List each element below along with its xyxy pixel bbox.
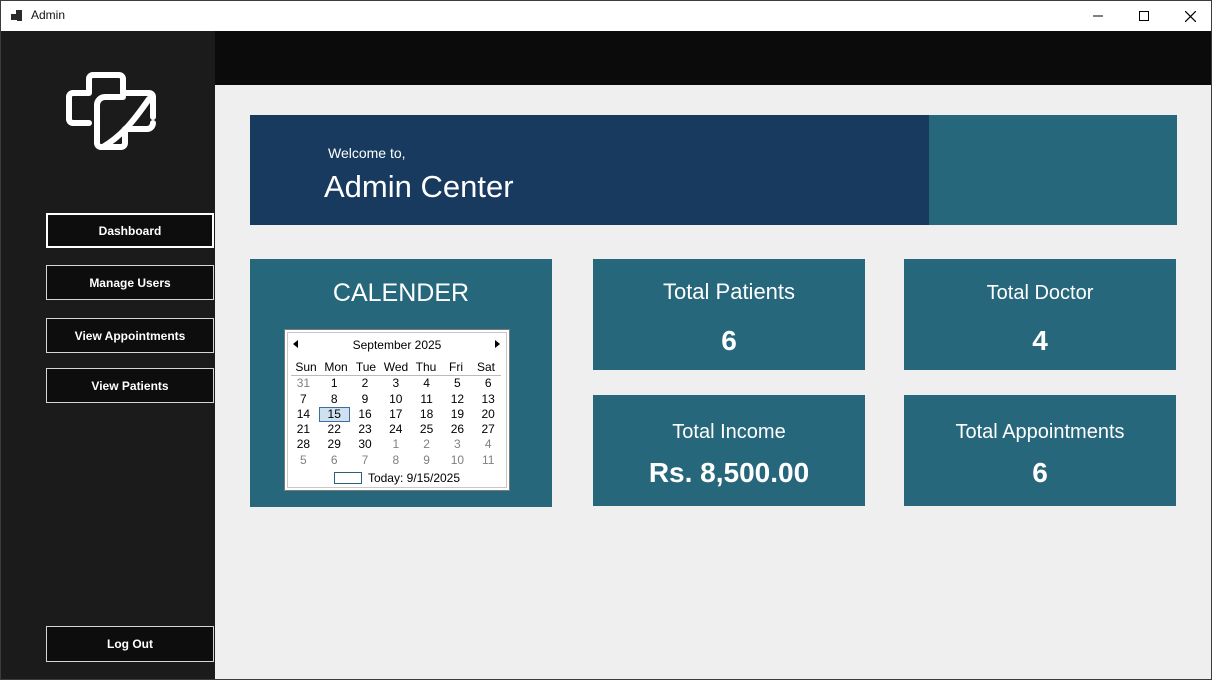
total-income-value: Rs. 8,500.00	[648, 457, 810, 488]
calendar-day[interactable]: 9	[411, 453, 442, 468]
calendar-day[interactable]: 3	[380, 376, 411, 391]
weekday-label: Wed	[383, 360, 409, 374]
minimize-icon	[1093, 15, 1103, 17]
maximize-button[interactable]	[1121, 1, 1167, 31]
calendar-day[interactable]: 6	[319, 453, 350, 468]
close-button[interactable]	[1167, 1, 1211, 31]
calendar-day[interactable]: 27	[473, 422, 504, 437]
calendar-week-row: 7 8 9 10 11 12 13	[288, 392, 504, 407]
calendar-day[interactable]: 4	[473, 437, 504, 452]
calendar-day[interactable]: 3	[442, 437, 473, 452]
calendar-day[interactable]: 19	[442, 407, 473, 422]
calendar-day[interactable]: 21	[288, 422, 319, 437]
calendar-day[interactable]: 31	[288, 376, 319, 391]
calendar-day[interactable]: 13	[473, 392, 504, 407]
calendar-day[interactable]: 2	[411, 437, 442, 452]
total-patients-title: Total Patients	[662, 279, 796, 304]
month-calendar[interactable]: September 2025 Sun Mon Tue Wed Thu Fri Sat 31 1 2…	[284, 329, 510, 491]
today-marker-icon	[333, 472, 362, 484]
app-window: Admin Dashboard Manage Users View Appoin	[0, 0, 1212, 680]
calendar-day[interactable]: 5	[288, 453, 319, 468]
total-income-card: Total Income Rs. 8,500.00	[593, 395, 865, 506]
calendar-day[interactable]: 11	[411, 392, 442, 407]
calendar-month-label[interactable]: September 2025	[285, 338, 509, 352]
weekday-label: Thu	[415, 360, 437, 374]
calendar-day[interactable]: 1	[319, 376, 350, 391]
calendar-grid: Sun Mon Tue Wed Thu Fri Sat 31 1 2 3 4 5 6 7 8 9 10 11 12 13…	[288, 360, 504, 468]
total-doctor-card: Total Doctor 4	[904, 259, 1176, 370]
sidebar: Dashboard Manage Users View Appointments…	[1, 31, 215, 679]
calendar-day[interactable]: 4	[411, 376, 442, 391]
calendar-day[interactable]: 30	[350, 437, 381, 452]
maximize-icon	[1139, 11, 1149, 21]
total-appointments-value: 6	[1032, 457, 1048, 488]
calendar-day[interactable]: 8	[380, 453, 411, 468]
calendar-day[interactable]: 20	[473, 407, 504, 422]
calendar-weekday-row: Sun Mon Tue Wed Thu Fri Sat	[291, 360, 501, 377]
window-title: Admin	[31, 8, 66, 22]
calendar-card: CALENDER September 2025 Sun Mon Tue Wed Thu F…	[250, 259, 552, 507]
calendar-day[interactable]: 22	[319, 422, 350, 437]
total-doctor-title: Total Doctor	[986, 282, 1094, 304]
weekday-label: Tue	[355, 360, 377, 374]
calendar-day[interactable]: 18	[411, 407, 442, 422]
welcome-subtitle: Welcome to,	[328, 145, 406, 161]
calendar-heading: CALENDER	[332, 279, 470, 307]
welcome-title: Admin Center	[324, 169, 514, 204]
calendar-day[interactable]: 15	[318, 406, 350, 423]
calendar-day[interactable]: 8	[319, 392, 350, 407]
calendar-day[interactable]: 7	[288, 392, 319, 407]
calendar-day[interactable]: 11	[473, 453, 504, 468]
total-patients-value: 6	[721, 325, 737, 356]
calendar-week-row: 14 15 16 17 18 19 20	[288, 406, 504, 423]
calendar-day[interactable]: 1	[380, 437, 411, 452]
calendar-day[interactable]: 12	[442, 392, 473, 407]
welcome-banner: Welcome to, Admin Center	[250, 115, 1177, 225]
calendar-week-row: 31 1 2 3 4 5 6	[288, 376, 504, 391]
calendar-day[interactable]: 10	[442, 453, 473, 468]
calendar-day[interactable]: 23	[350, 422, 381, 437]
calendar-today[interactable]: Today: 9/15/2025	[285, 471, 509, 485]
medical-cross-logo-icon	[63, 67, 159, 155]
weekday-label: Mon	[324, 360, 348, 374]
banner-accent	[929, 115, 1177, 225]
next-month-icon[interactable]	[495, 340, 500, 348]
manage-users-button[interactable]: Manage Users	[46, 265, 214, 300]
calendar-day[interactable]: 10	[380, 392, 411, 407]
calendar-day[interactable]: 26	[442, 422, 473, 437]
calendar-day[interactable]: 6	[473, 376, 504, 391]
calendar-day[interactable]: 25	[411, 422, 442, 437]
calendar-day[interactable]: 2	[350, 376, 381, 391]
calendar-day[interactable]: 28	[288, 437, 319, 452]
calendar-day[interactable]: 7	[350, 453, 381, 468]
weekday-label: Fri	[449, 360, 463, 374]
calendar-day[interactable]: 29	[319, 437, 350, 452]
calendar-week-row: 5 6 7 8 9 10 11	[288, 453, 504, 468]
logout-button[interactable]: Log Out	[46, 626, 214, 662]
today-label[interactable]: Today: 9/15/2025	[368, 471, 460, 485]
title-bar: Admin	[1, 1, 1211, 31]
calendar-day[interactable]: 17	[380, 407, 411, 422]
view-patients-button[interactable]: View Patients	[46, 368, 214, 403]
top-bar	[215, 31, 1211, 85]
calendar-day[interactable]: 9	[350, 392, 381, 407]
weekday-label: Sun	[295, 360, 317, 374]
total-doctor-value: 4	[1032, 325, 1048, 356]
dashboard-button[interactable]: Dashboard	[46, 213, 214, 248]
total-appointments-card: Total Appointments 6	[904, 395, 1176, 506]
calendar-day[interactable]: 24	[380, 422, 411, 437]
weekday-label: Sat	[476, 360, 495, 374]
app-icon	[11, 10, 23, 22]
total-appointments-title: Total Appointments	[955, 421, 1125, 443]
calendar-day[interactable]: 16	[350, 407, 381, 422]
view-appointments-button[interactable]: View Appointments	[46, 318, 214, 353]
calendar-day[interactable]: 5	[442, 376, 473, 391]
calendar-week-row: 28 29 30 1 2 3 4	[288, 437, 504, 452]
minimize-button[interactable]	[1075, 1, 1121, 31]
calendar-day[interactable]: 14	[288, 407, 319, 422]
calendar-week-row: 21 22 23 24 25 26 27	[288, 422, 504, 437]
total-income-title: Total Income	[672, 421, 786, 443]
total-patients-card: Total Patients 6	[593, 259, 865, 370]
close-icon	[1184, 10, 1196, 22]
